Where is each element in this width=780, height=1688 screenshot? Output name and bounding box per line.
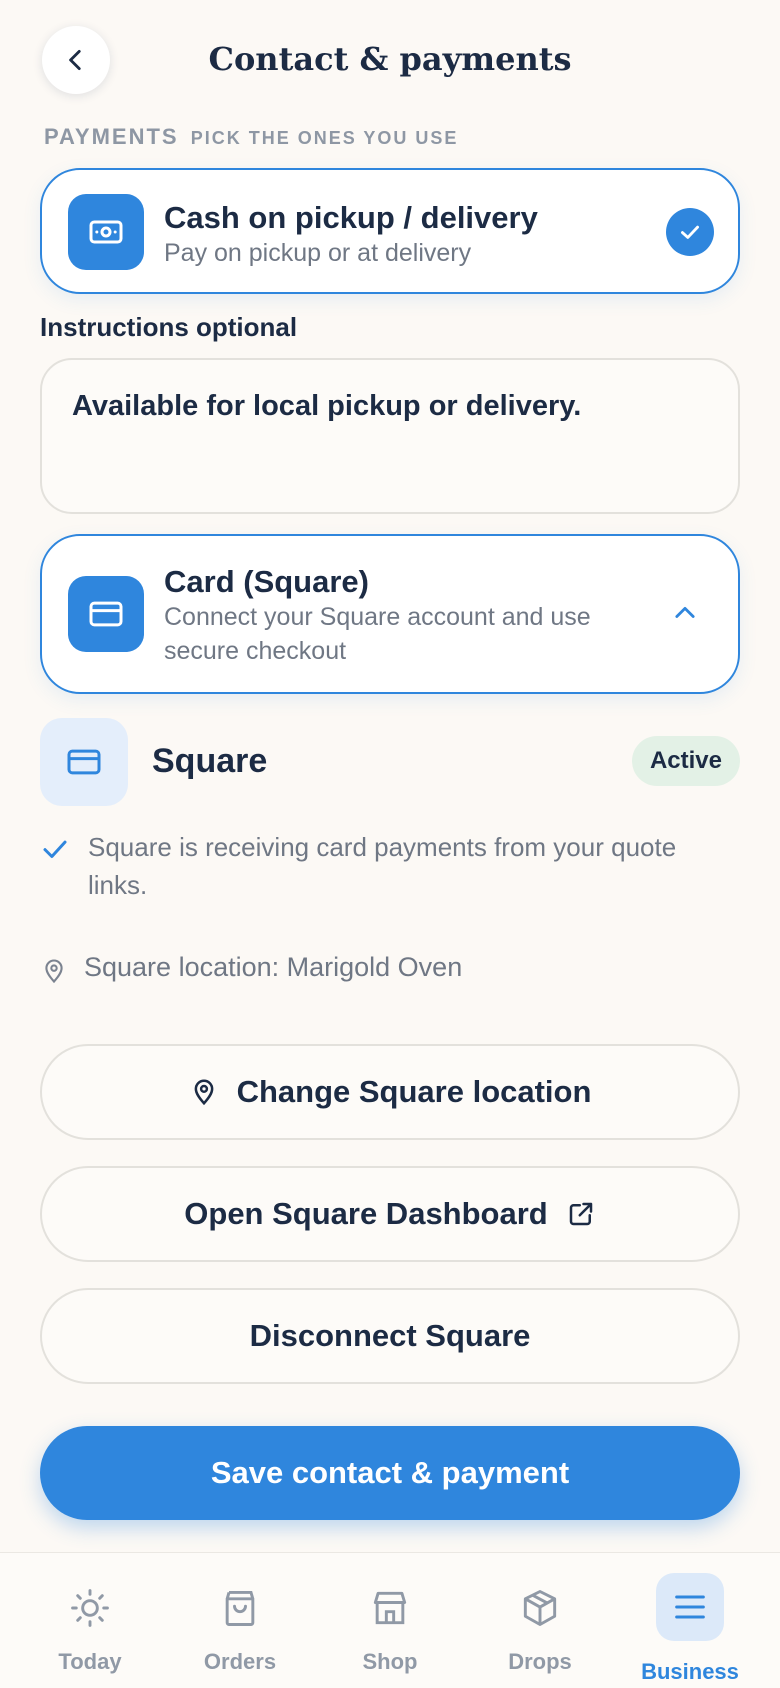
change-location-button[interactable]: Change Square location	[40, 1044, 740, 1140]
card-title: Card (Square)	[164, 564, 369, 599]
instructions-value: Available for local pickup or delivery.	[72, 390, 582, 422]
instructions-input[interactable]: Available for local pickup or delivery.	[40, 358, 740, 514]
disconnect-label: Disconnect Square	[249, 1318, 531, 1353]
tab-business[interactable]: Business	[615, 1553, 765, 1688]
cash-payment-option[interactable]: Cash on pickup / delivery Pay on pickup …	[40, 168, 740, 294]
tab-today[interactable]: Today	[15, 1553, 165, 1688]
external-link-icon	[569, 1202, 592, 1226]
instructions-label: Instructions optional	[40, 312, 298, 342]
square-location-text: Square location: Marigold Oven	[84, 952, 463, 982]
sun-icon	[65, 1583, 115, 1633]
payments-sublabel: PICK THE ONES YOU USE	[190, 128, 459, 148]
location-pin-icon	[194, 1079, 213, 1106]
chevron-up-icon[interactable]	[670, 598, 700, 628]
payments-section-label: PAYMENTS PICK THE ONES YOU USE	[44, 124, 458, 150]
header: Contact & payments	[0, 0, 780, 130]
tab-label-today: Today	[58, 1649, 122, 1674]
menu-icon	[656, 1573, 724, 1641]
location-pin-icon	[45, 959, 63, 984]
square-card-icon	[40, 718, 128, 806]
square-status-text: Square is receiving card payments from y…	[88, 832, 677, 900]
cash-subtitle: Pay on pickup or at delivery	[164, 239, 472, 267]
square-name: Square	[152, 742, 268, 780]
disconnect-square-button[interactable]: Disconnect Square	[40, 1288, 740, 1384]
save-button[interactable]: Save contact & payment	[40, 1426, 740, 1520]
cash-title: Cash on pickup / delivery	[164, 200, 538, 235]
store-icon	[365, 1583, 415, 1633]
check-icon	[43, 840, 67, 858]
selected-check-icon	[666, 208, 714, 256]
change-location-label: Change Square location	[236, 1074, 592, 1109]
bottom-tab-bar: Today Orders Shop Drops Business	[0, 1552, 780, 1688]
tab-orders[interactable]: Orders	[165, 1553, 315, 1688]
bag-icon	[215, 1583, 265, 1633]
card-subtitle-line2: secure checkout	[164, 637, 347, 665]
box-icon	[515, 1583, 565, 1633]
open-dashboard-button[interactable]: Open Square Dashboard	[40, 1166, 740, 1262]
tab-label-business: Business	[641, 1659, 739, 1684]
card-subtitle-line1: Connect your Square account and use	[164, 603, 591, 631]
tab-drops[interactable]: Drops	[465, 1553, 615, 1688]
tab-label-orders: Orders	[203, 1649, 277, 1674]
tab-label-drops: Drops	[508, 1649, 572, 1674]
tab-shop[interactable]: Shop	[315, 1553, 465, 1688]
page-title: Contact & payments	[208, 40, 572, 78]
payments-label: PAYMENTS	[44, 124, 179, 149]
status-badge: Active	[631, 736, 740, 786]
cash-icon	[68, 194, 144, 270]
credit-card-icon	[68, 576, 144, 652]
square-account-row: Square Active	[40, 718, 740, 806]
card-payment-option[interactable]: Card (Square) Connect your Square accoun…	[40, 534, 740, 694]
open-dashboard-label: Open Square Dashboard	[184, 1196, 548, 1231]
tab-label-shop: Shop	[362, 1649, 418, 1674]
